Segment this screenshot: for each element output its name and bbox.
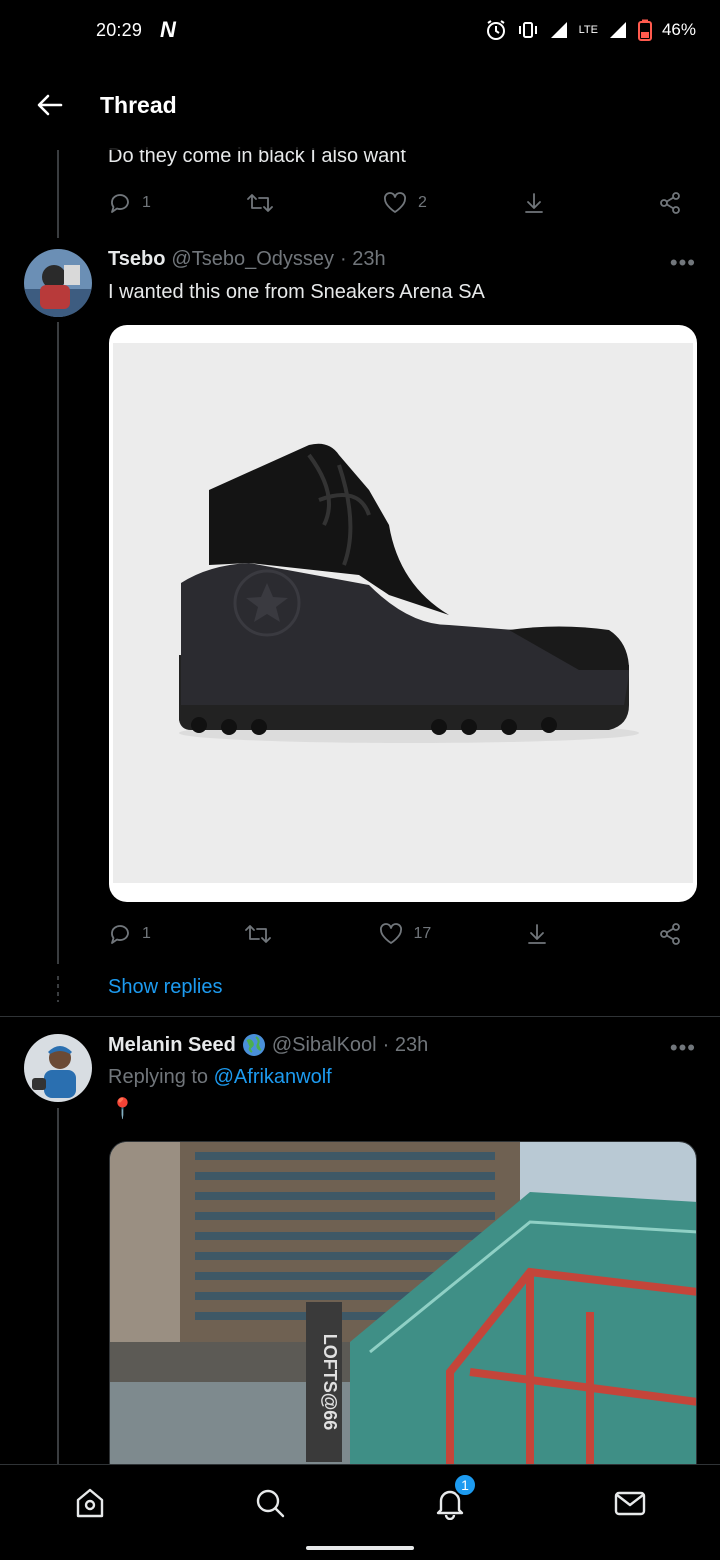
like-count: 2 [418, 194, 427, 211]
avatar-image [24, 249, 92, 317]
building-sign-text: LOFTS@66 [320, 1334, 340, 1431]
author-handle[interactable]: @Tsebo_Odyssey [171, 248, 334, 271]
share-icon [660, 192, 680, 214]
gesture-bar[interactable] [306, 1546, 414, 1550]
save-button[interactable] [525, 922, 565, 946]
retweet-icon [247, 194, 274, 212]
thread-header: Thread [0, 60, 720, 150]
tweet-time: · 23h [340, 248, 386, 270]
share-button[interactable] [658, 922, 698, 946]
nav-home[interactable] [55, 1483, 125, 1523]
reply-button[interactable]: 1 [108, 922, 151, 946]
tweet-image[interactable] [109, 325, 697, 902]
arrow-left-icon [37, 94, 63, 116]
search-icon [256, 1489, 285, 1518]
nav-messages[interactable] [595, 1483, 665, 1523]
mail-icon [614, 1491, 646, 1516]
like-button[interactable]: 17 [378, 922, 432, 946]
building-photo: LOFTS@66 [110, 1142, 696, 1480]
share-icon [660, 923, 680, 945]
heart-icon [384, 192, 406, 213]
save-button[interactable] [522, 191, 562, 215]
retweet-button[interactable] [246, 191, 286, 215]
retweet-button[interactable] [244, 922, 284, 946]
replying-to-link[interactable]: @Afrikanwolf [214, 1066, 332, 1088]
nav-notifications[interactable]: 1 [415, 1473, 485, 1523]
avatar[interactable] [24, 1034, 92, 1102]
globe-emoji-icon [242, 1034, 265, 1056]
pin-emoji: 📍 [110, 1098, 135, 1120]
heart-icon [379, 923, 402, 944]
like-button[interactable]: 2 [382, 191, 427, 215]
nav-search[interactable] [235, 1483, 305, 1523]
divider [0, 1016, 720, 1017]
thread-line [57, 150, 59, 238]
reply-button[interactable]: 1 [108, 191, 151, 215]
page-title: Thread [100, 91, 177, 118]
reply-icon [111, 194, 129, 213]
vibrate-icon [518, 22, 537, 38]
status-bar: 20:29 N LTE 46% [0, 0, 720, 60]
download-icon [525, 193, 544, 213]
home-icon [76, 1488, 104, 1518]
avatar-image [24, 1034, 92, 1102]
thread-line [57, 322, 59, 964]
netflix-notification-icon: N [160, 17, 176, 42]
sneaker-photo [113, 343, 693, 883]
author-name[interactable]: Melanin Seed [108, 1034, 236, 1057]
retweet-icon [245, 925, 272, 943]
status-time: 20:29 [96, 19, 143, 40]
more-options-button[interactable]: ••• [670, 250, 696, 276]
tweet-actions: 1 17 [108, 916, 698, 952]
battery-icon [637, 19, 652, 41]
tweet-actions: 1 2 [108, 185, 698, 221]
show-replies-link[interactable]: Show replies [108, 976, 223, 999]
alarm-icon [486, 20, 505, 40]
thread-line [57, 1108, 59, 1464]
thread-line-dots [57, 976, 59, 1002]
battery-percent: 46% [661, 20, 696, 39]
share-button[interactable] [658, 191, 698, 215]
reply-count: 1 [142, 194, 151, 211]
avatar[interactable] [24, 249, 92, 317]
author-handle[interactable]: @SibalKool [272, 1034, 377, 1057]
reply-count: 1 [142, 925, 151, 942]
signal-icon-2 [609, 22, 626, 38]
tweet-author-row: Tsebo @Tsebo_Odyssey · 23h [108, 248, 386, 271]
tweet-time: · 23h [382, 1033, 429, 1056]
tweet-image[interactable]: LOFTS@66 [109, 1141, 697, 1481]
replying-to-line: Replying to @Afrikanwolf [108, 1066, 332, 1089]
notification-badge: 1 [453, 1473, 477, 1497]
like-count: 17 [413, 925, 432, 942]
tweet-text: I wanted this one from Sneakers Arena SA [108, 281, 485, 303]
lte-label: LTE [578, 23, 598, 36]
download-icon [527, 924, 546, 944]
more-options-button[interactable]: ••• [670, 1035, 696, 1061]
status-icons: LTE 46% [485, 19, 696, 41]
signal-icon [550, 22, 567, 38]
back-button[interactable] [0, 60, 100, 150]
reply-icon [111, 925, 129, 944]
tweet-author-row: Melanin Seed @SibalKool · 23h [108, 1033, 428, 1057]
replying-label: Replying to [108, 1066, 209, 1088]
author-name[interactable]: Tsebo [108, 248, 165, 271]
